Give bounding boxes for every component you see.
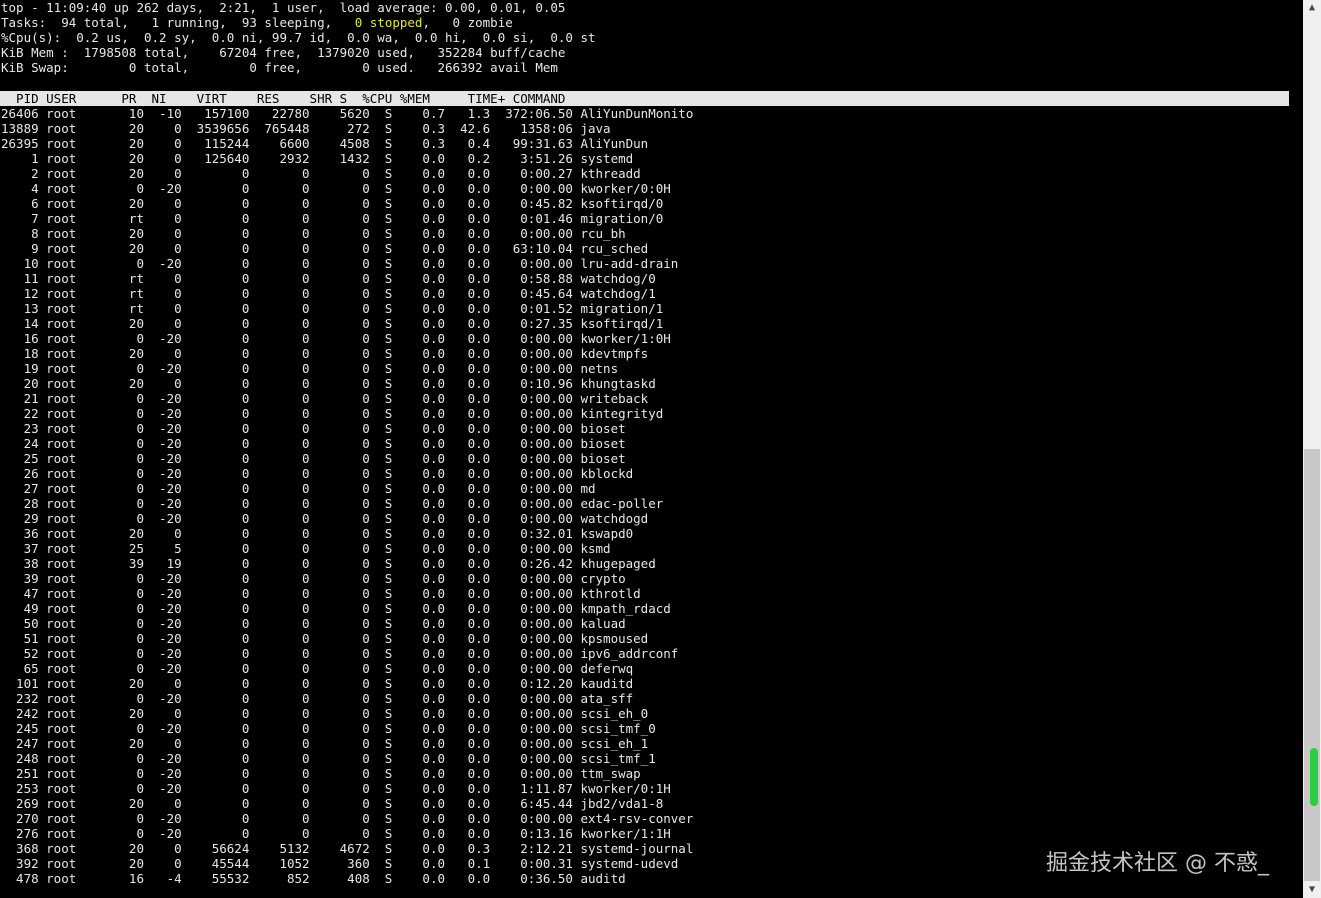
process-row: 50 root 0 -20 0 0 0 S 0.0 0.0 0:00.00 ka… [1, 616, 626, 631]
process-row: 38 root 39 19 0 0 0 S 0.0 0.0 0:26.42 kh… [1, 556, 656, 571]
process-row: 19 root 0 -20 0 0 0 S 0.0 0.0 0:00.00 ne… [1, 361, 619, 376]
process-row: 392 root 20 0 45544 1052 360 S 0.0 0.1 0… [1, 856, 679, 871]
process-row: 101 root 20 0 0 0 0 S 0.0 0.0 0:12.20 ka… [1, 676, 634, 691]
process-row: 37 root 25 5 0 0 0 S 0.0 0.0 0:00.00 ksm… [1, 541, 611, 556]
process-row: 16 root 0 -20 0 0 0 S 0.0 0.0 0:00.00 kw… [1, 331, 671, 346]
tasks-stopped: 0 stopped [354, 15, 423, 30]
process-row: 20 root 20 0 0 0 0 S 0.0 0.0 0:10.96 khu… [1, 376, 656, 391]
scroll-down-arrow-icon[interactable]: ▼ [1303, 882, 1321, 898]
process-row: 13 root rt 0 0 0 0 S 0.0 0.0 0:01.52 mig… [1, 301, 664, 316]
terminal-window[interactable]: top - 11:09:40 up 262 days, 2:21, 1 user… [0, 0, 1303, 898]
scrollbar-thumb[interactable] [1304, 449, 1320, 881]
process-row: 28 root 0 -20 0 0 0 S 0.0 0.0 0:00.00 ed… [1, 496, 664, 511]
process-row: 253 root 0 -20 0 0 0 S 0.0 0.0 1:11.87 k… [1, 781, 671, 796]
process-row: 52 root 0 -20 0 0 0 S 0.0 0.0 0:00.00 ip… [1, 646, 679, 661]
process-row: 10 root 0 -20 0 0 0 S 0.0 0.0 0:00.00 lr… [1, 256, 679, 271]
process-row: 6 root 20 0 0 0 0 S 0.0 0.0 0:45.82 ksof… [1, 196, 664, 211]
process-row: 27 root 0 -20 0 0 0 S 0.0 0.0 0:00.00 md [1, 481, 596, 496]
process-row: 242 root 20 0 0 0 0 S 0.0 0.0 0:00.00 sc… [1, 706, 649, 721]
tasks-text: Tasks: 94 total, 1 running, 93 sleeping, [1, 15, 355, 30]
process-row: 368 root 20 0 56624 5132 4672 S 0.0 0.3 … [1, 841, 694, 856]
summary-tasks: Tasks: 94 total, 1 running, 93 sleeping,… [1, 15, 513, 30]
process-row: 4 root 0 -20 0 0 0 S 0.0 0.0 0:00.00 kwo… [1, 181, 671, 196]
process-row: 12 root rt 0 0 0 0 S 0.0 0.0 0:45.64 wat… [1, 286, 656, 301]
scroll-up-arrow-icon[interactable]: ▲ [1303, 0, 1321, 16]
process-row: 248 root 0 -20 0 0 0 S 0.0 0.0 0:00.00 s… [1, 751, 656, 766]
process-row: 25 root 0 -20 0 0 0 S 0.0 0.0 0:00.00 bi… [1, 451, 626, 466]
tasks-zombie: , 0 zombie [422, 15, 513, 30]
process-row: 51 root 0 -20 0 0 0 S 0.0 0.0 0:00.00 kp… [1, 631, 649, 646]
process-row: 11 root rt 0 0 0 0 S 0.0 0.0 0:58.88 wat… [1, 271, 656, 286]
process-row: 245 root 0 -20 0 0 0 S 0.0 0.0 0:00.00 s… [1, 721, 656, 736]
process-row: 13889 root 20 0 3539656 765448 272 S 0.3… [1, 121, 611, 136]
process-row: 22 root 0 -20 0 0 0 S 0.0 0.0 0:00.00 ki… [1, 406, 664, 421]
summary-swap: KiB Swap: 0 total, 0 free, 0 used. 26639… [1, 60, 558, 75]
process-row: 21 root 0 -20 0 0 0 S 0.0 0.0 0:00.00 wr… [1, 391, 649, 406]
scroll-position-indicator [1310, 748, 1318, 806]
process-row: 65 root 0 -20 0 0 0 S 0.0 0.0 0:00.00 de… [1, 661, 634, 676]
process-row: 26 root 0 -20 0 0 0 S 0.0 0.0 0:00.00 kb… [1, 466, 634, 481]
summary-cpu: %Cpu(s): 0.2 us, 0.2 sy, 0.0 ni, 99.7 id… [1, 30, 596, 45]
column-header: PID USER PR NI VIRT RES SHR S %CPU %MEM … [1, 91, 566, 106]
watermark: 掘金技术社区 @ 不惑_ [1046, 851, 1269, 876]
process-row: 26395 root 20 0 115244 6600 4508 S 0.3 0… [1, 136, 649, 151]
process-row: 18 root 20 0 0 0 0 S 0.0 0.0 0:00.00 kde… [1, 346, 649, 361]
process-row: 269 root 20 0 0 0 0 S 0.0 0.0 6:45.44 jb… [1, 796, 664, 811]
process-row: 29 root 0 -20 0 0 0 S 0.0 0.0 0:00.00 wa… [1, 511, 649, 526]
process-row: 247 root 20 0 0 0 0 S 0.0 0.0 0:00.00 sc… [1, 736, 649, 751]
process-row: 26406 root 10 -10 157100 22780 5620 S 0.… [1, 106, 694, 121]
process-row: 36 root 20 0 0 0 0 S 0.0 0.0 0:32.01 ksw… [1, 526, 634, 541]
process-row: 7 root rt 0 0 0 0 S 0.0 0.0 0:01.46 migr… [1, 211, 664, 226]
process-row: 2 root 20 0 0 0 0 S 0.0 0.0 0:00.27 kthr… [1, 166, 641, 181]
process-row: 14 root 20 0 0 0 0 S 0.0 0.0 0:27.35 kso… [1, 316, 664, 331]
process-row: 39 root 0 -20 0 0 0 S 0.0 0.0 0:00.00 cr… [1, 571, 626, 586]
process-row: 270 root 0 -20 0 0 0 S 0.0 0.0 0:00.00 e… [1, 811, 694, 826]
process-row: 478 root 16 -4 55532 852 408 S 0.0 0.0 0… [1, 871, 626, 886]
process-row: 24 root 0 -20 0 0 0 S 0.0 0.0 0:00.00 bi… [1, 436, 626, 451]
summary-uptime: top - 11:09:40 up 262 days, 2:21, 1 user… [1, 0, 566, 15]
process-row: 9 root 20 0 0 0 0 S 0.0 0.0 63:10.04 rcu… [1, 241, 649, 256]
process-row: 1 root 20 0 125640 2932 1432 S 0.0 0.2 3… [1, 151, 634, 166]
process-row: 47 root 0 -20 0 0 0 S 0.0 0.0 0:00.00 kt… [1, 586, 641, 601]
process-row: 8 root 20 0 0 0 0 S 0.0 0.0 0:00.00 rcu_… [1, 226, 626, 241]
process-row: 49 root 0 -20 0 0 0 S 0.0 0.0 0:00.00 km… [1, 601, 671, 616]
process-row: 276 root 0 -20 0 0 0 S 0.0 0.0 0:13.16 k… [1, 826, 671, 841]
process-row: 23 root 0 -20 0 0 0 S 0.0 0.0 0:00.00 bi… [1, 421, 626, 436]
summary-mem: KiB Mem : 1798508 total, 67204 free, 137… [1, 45, 566, 60]
process-row: 232 root 0 -20 0 0 0 S 0.0 0.0 0:00.00 a… [1, 691, 634, 706]
process-row: 251 root 0 -20 0 0 0 S 0.0 0.0 0:00.00 t… [1, 766, 641, 781]
